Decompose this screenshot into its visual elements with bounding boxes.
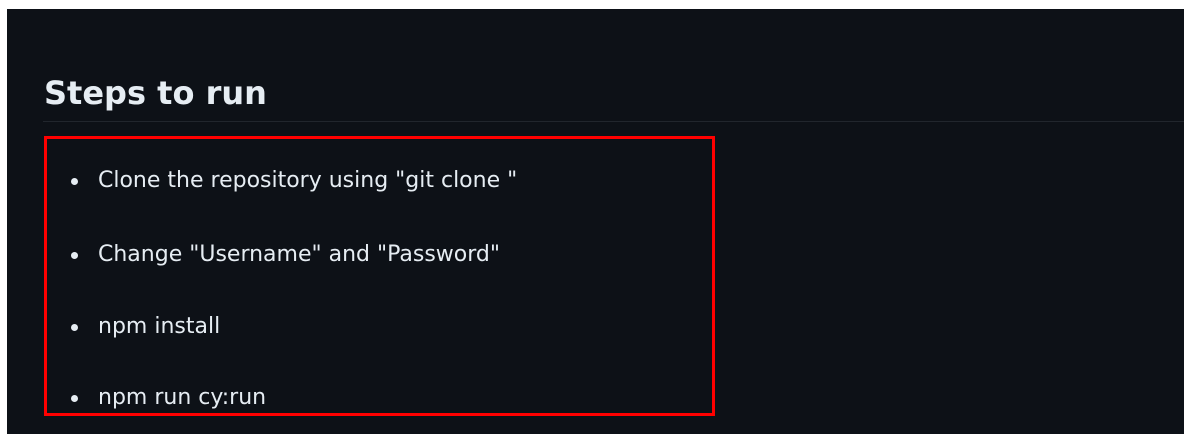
bullet-icon (71, 177, 78, 185)
list-item: npm run cy:run (71, 383, 266, 413)
heading-divider (43, 121, 1184, 122)
bullet-icon (71, 394, 78, 402)
list-item: npm install (71, 312, 220, 342)
list-item: Change "Username" and "Password" (71, 240, 500, 270)
step-text: npm install (98, 314, 221, 339)
list-item: Clone the repository using "git clone " (71, 166, 517, 196)
readme-panel: Steps to run Clone the repository using … (7, 9, 1184, 434)
step-text: npm run cy:run (98, 385, 267, 410)
bullet-icon (71, 323, 78, 331)
section-heading: Steps to run (44, 74, 267, 112)
bullet-icon (71, 251, 78, 259)
step-text: Change "Username" and "Password" (98, 242, 500, 267)
step-text: Clone the repository using "git clone " (98, 168, 518, 193)
